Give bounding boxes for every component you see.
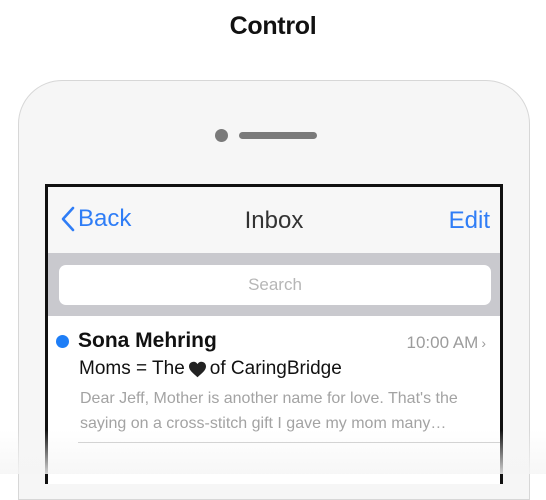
message-time-label: 10:00 AM: [406, 333, 479, 352]
message-list-item[interactable]: Sona Mehring 10:00 AM › Moms = The of Car…: [48, 316, 500, 456]
phone-screen: Back Inbox Edit Sona Mehring 10:00 AM› M…: [45, 184, 503, 484]
navigation-bar: Back Inbox Edit: [48, 187, 500, 253]
message-subject: Moms = The of CaringBridge: [79, 358, 342, 380]
inbox-title: Inbox: [244, 207, 304, 234]
preview-line: Dear Jeff, Mother is another name for lo…: [80, 390, 458, 407]
search-bar: [48, 253, 500, 316]
unread-indicator: [56, 335, 69, 348]
speaker-slot: [239, 132, 317, 139]
message-time: 10:00 AM ›: [407, 333, 487, 353]
row-divider: [78, 442, 500, 443]
subject-suffix: of CaringBridge: [209, 358, 342, 379]
search-input[interactable]: [59, 265, 491, 305]
edit-button[interactable]: Edit: [449, 207, 490, 235]
preview-line: saying on a cross-stitch gift I gave my …: [80, 415, 447, 432]
variant-caption: Control: [229, 12, 317, 40]
subject-prefix: Moms = The: [79, 358, 185, 379]
message-preview: Dear Jeff, Mother is another name for lo…: [80, 386, 492, 436]
camera-dot: [215, 129, 228, 142]
message-sender: Sona Mehring: [78, 329, 217, 352]
heart-icon: [188, 361, 206, 377]
chevron-right-icon: ›: [481, 335, 486, 351]
